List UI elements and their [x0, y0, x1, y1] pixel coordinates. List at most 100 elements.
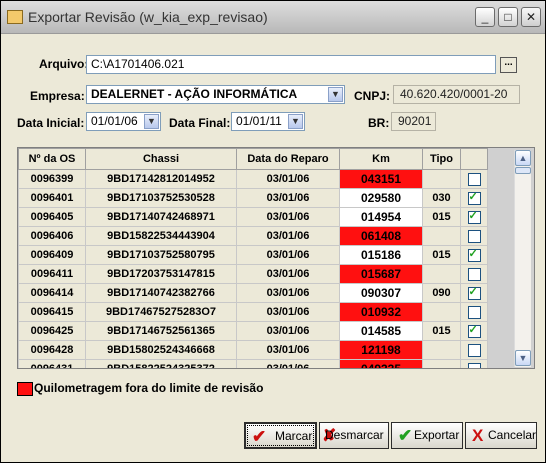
cell-os: 0096401: [18, 188, 86, 208]
cell-tipo: [422, 359, 461, 368]
row-checkbox[interactable]: [467, 190, 481, 205]
cell-data: 03/01/06: [236, 245, 340, 265]
check-icon: ✔: [252, 427, 267, 446]
data-final-label: Data Final:: [169, 116, 231, 130]
br-label: BR:: [368, 116, 390, 130]
column-header-tipo[interactable]: Tipo: [422, 148, 461, 170]
row-checkbox[interactable]: [467, 343, 481, 357]
table-row[interactable]: 0096399 9BD17142812014952 03/01/06 043151: [18, 169, 488, 189]
cell-select: [460, 283, 488, 303]
cell-tipo: 015: [422, 321, 461, 341]
cell-chassi: 9BD15822524325372: [85, 359, 237, 368]
cell-os: 0096405: [18, 207, 86, 227]
table-row[interactable]: 0096428 9BD15802524346668 03/01/06 121198: [18, 340, 488, 360]
row-checkbox[interactable]: [467, 267, 481, 281]
cell-km: 090307: [339, 283, 423, 303]
cell-chassi: 9BD174675275283O7: [85, 302, 237, 322]
table-row[interactable]: 0096415 9BD174675275283O7 03/01/06 010932: [18, 302, 488, 322]
data-inicial-value: 01/01/06: [91, 114, 138, 128]
scroll-up-icon[interactable]: ▲: [515, 150, 531, 166]
app-icon: [7, 10, 23, 24]
cancel-icon: X: [472, 426, 484, 445]
cell-select: [460, 169, 488, 189]
cell-km: 010932: [339, 302, 423, 322]
table-row[interactable]: 0096405 9BD17140742468971 03/01/06 014954 01…: [18, 207, 488, 227]
cancelar-button[interactable]: X Cancelar: [465, 422, 537, 449]
cell-chassi: 9BD17103752580795: [85, 245, 237, 265]
arquivo-label: Arquivo:: [39, 57, 89, 71]
marcar-label: Marcar: [275, 429, 313, 443]
column-header-km[interactable]: Km: [339, 148, 423, 170]
scroll-down-icon[interactable]: ▼: [515, 350, 531, 366]
close-icon[interactable]: ✕: [521, 7, 541, 27]
arquivo-field[interactable]: C:\A1701406.021: [86, 55, 496, 74]
os-grid: Nº da OS Chassi Data do Reparo Km Tipo 0…: [17, 147, 535, 369]
cell-chassi: 9BD17103752530528: [85, 188, 237, 208]
cell-tipo: [422, 340, 461, 360]
data-inicial-label: Data Inicial:: [17, 116, 85, 130]
cell-data: 03/01/06: [236, 321, 340, 341]
table-row[interactable]: 0096401 9BD17103752530528 03/01/06 029580 03…: [18, 188, 488, 208]
cnpj-label: CNPJ:: [354, 89, 391, 103]
legend-swatch: [17, 382, 33, 396]
column-header-data[interactable]: Data do Reparo: [236, 148, 340, 170]
row-checkbox[interactable]: [467, 172, 481, 186]
cell-tipo: [422, 169, 461, 189]
column-header-select[interactable]: [460, 148, 488, 170]
minimize-icon[interactable]: _: [475, 7, 495, 27]
table-row[interactable]: 0096425 9BD17146752561365 03/01/06 014585 01…: [18, 321, 488, 341]
empresa-select[interactable]: DEALERNET - AÇÃO INFORMÁTICA ▼: [86, 85, 345, 104]
chevron-down-icon[interactable]: ▼: [144, 114, 159, 129]
cell-data: 03/01/06: [236, 283, 340, 303]
title-bar[interactable]: Exportar Revisão (w_kia_exp_revisao) _ □…: [1, 1, 545, 34]
data-final-value: 01/01/11: [236, 114, 282, 128]
cell-chassi: 9BD17203753147815: [85, 264, 237, 284]
desmarcar-button[interactable]: ✘ Desmarcar: [319, 422, 389, 449]
vertical-scrollbar[interactable]: ▲ ▼: [514, 150, 531, 367]
maximize-icon[interactable]: □: [498, 7, 518, 27]
chevron-down-icon[interactable]: ▼: [328, 87, 343, 102]
check-icon: ✔: [398, 426, 413, 445]
cell-select: [460, 321, 488, 341]
data-final-select[interactable]: 01/01/11 ▼: [231, 112, 305, 131]
row-checkbox[interactable]: [467, 229, 481, 243]
cell-chassi: 9BD17140742382766: [85, 283, 237, 303]
cell-tipo: 015: [422, 245, 461, 265]
cnpj-field: 40.620.420/0001-20: [393, 85, 520, 104]
cell-select: [460, 340, 488, 360]
cell-tipo: [422, 302, 461, 322]
row-checkbox[interactable]: [467, 247, 481, 262]
chevron-down-icon[interactable]: ▼: [288, 114, 303, 129]
cell-tipo: [422, 226, 461, 246]
table-row[interactable]: 0096431 9BD15822524325372 03/01/06 049335: [18, 359, 488, 368]
cell-select: [460, 207, 488, 227]
cell-data: 03/01/06: [236, 188, 340, 208]
browse-button[interactable]: ...: [500, 57, 517, 73]
data-inicial-select[interactable]: 01/01/06 ▼: [86, 112, 161, 131]
row-checkbox[interactable]: [467, 305, 481, 319]
cell-os: 0096409: [18, 245, 86, 265]
cell-data: 03/01/06: [236, 169, 340, 189]
legend-text: Quilometragem fora do limite de revisão: [34, 381, 264, 395]
table-body: 0096399 9BD17142812014952 03/01/06 043151 00…: [18, 169, 488, 368]
exportar-button[interactable]: ✔ Exportar: [391, 422, 463, 449]
marcar-button[interactable]: ✔ Marcar: [244, 422, 317, 449]
column-header-chassi[interactable]: Chassi: [85, 148, 237, 170]
cell-km: 043151: [339, 169, 423, 189]
cell-select: [460, 359, 488, 368]
table-row[interactable]: 0096414 9BD17140742382766 03/01/06 090307 09…: [18, 283, 488, 303]
row-checkbox[interactable]: [467, 362, 481, 368]
table-row[interactable]: 0096409 9BD17103752580795 03/01/06 015186 01…: [18, 245, 488, 265]
row-checkbox[interactable]: [467, 323, 481, 338]
cell-data: 03/01/06: [236, 264, 340, 284]
cell-os: 0096428: [18, 340, 86, 360]
table-header: Nº da OS Chassi Data do Reparo Km Tipo: [18, 148, 488, 170]
table-row[interactable]: 0096411 9BD17203753147815 03/01/06 015687: [18, 264, 488, 284]
cell-select: [460, 188, 488, 208]
table-row[interactable]: 0096406 9BD15822534443904 03/01/06 061408: [18, 226, 488, 246]
row-checkbox[interactable]: [467, 285, 481, 300]
column-header-os[interactable]: Nº da OS: [18, 148, 86, 170]
row-checkbox[interactable]: [467, 209, 481, 224]
cell-km: 015186: [339, 245, 423, 265]
scroll-thumb[interactable]: [515, 167, 531, 174]
